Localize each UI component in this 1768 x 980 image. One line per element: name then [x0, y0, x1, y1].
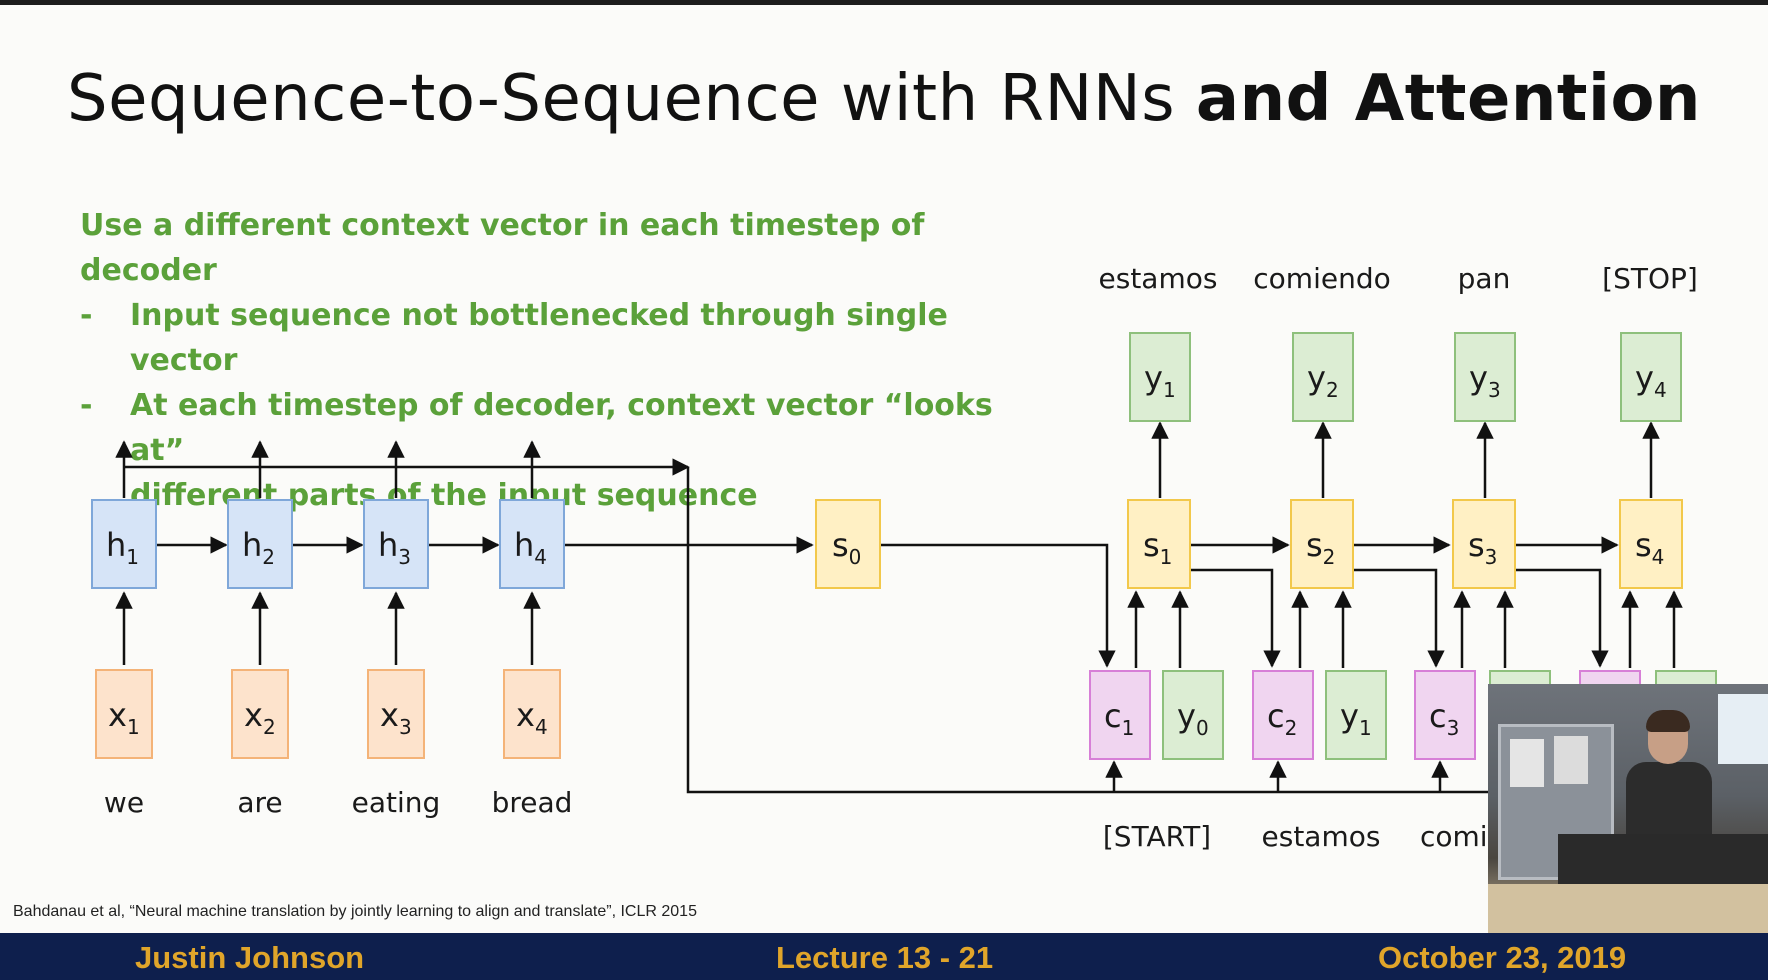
video-screen	[1718, 694, 1768, 764]
context-c2: c2	[1252, 670, 1314, 760]
decoder-input-words: [START] estamos comi	[1103, 820, 1488, 853]
decoder-wires	[880, 421, 1683, 668]
citation: Bahdanau et al, “Neural machine translat…	[13, 903, 697, 920]
video-desk	[1488, 884, 1768, 933]
decoder-input-word-2: estamos	[1262, 820, 1381, 853]
output-y1: y1	[1129, 332, 1191, 422]
video-paper	[1510, 739, 1544, 787]
s2-to-c3-arrow	[1353, 568, 1445, 668]
speaker-video-overlay	[1488, 684, 1768, 933]
output-y3: y3	[1454, 332, 1516, 422]
input-x1: x1	[95, 669, 153, 759]
footer-date: October 23, 2019	[1378, 940, 1627, 975]
video-paper	[1554, 736, 1588, 784]
input-word-1: we	[104, 786, 144, 819]
hidden-state-h4: h4	[499, 499, 565, 589]
s1-to-c2-arrow	[1190, 568, 1281, 668]
hidden-state-h2: h2	[227, 499, 293, 589]
output-word-3: pan	[1458, 262, 1511, 295]
decoder-state-s4: s4	[1619, 499, 1683, 589]
decoder-outputs: y1 y2 y3 y4	[1129, 332, 1682, 422]
initial-state-s0: s0	[815, 499, 881, 589]
context-c1: c1	[1089, 670, 1151, 760]
input-words: we are eating bread	[104, 786, 572, 819]
footer-author: Justin Johnson	[135, 940, 365, 975]
output-word-2: comiendo	[1253, 262, 1390, 295]
hidden-state-h3: h3	[363, 499, 429, 589]
footer-bar: Justin Johnson Lecture 13 - 21 October 2…	[0, 933, 1768, 980]
input-word-2: are	[237, 786, 282, 819]
input-x3: x3	[367, 669, 425, 759]
context-c3: c3	[1414, 670, 1476, 760]
input-x2: x2	[231, 669, 289, 759]
s3-to-c4-arrow	[1515, 568, 1609, 668]
decoder-input-y0: y0	[1162, 670, 1224, 760]
output-word-4: [STOP]	[1602, 262, 1698, 295]
output-y2: y2	[1292, 332, 1354, 422]
input-x4: x4	[503, 669, 561, 759]
decoder-state-s1: s1	[1127, 499, 1191, 589]
hidden-state-h1: h1	[91, 499, 157, 589]
input-word-4: bread	[492, 786, 573, 819]
s0-to-c1-arrow	[880, 543, 1116, 668]
output-words: estamos comiendo pan [STOP]	[1099, 262, 1698, 295]
decoder-state-s3: s3	[1452, 499, 1516, 589]
decoder-input-word-3: comi	[1420, 820, 1488, 853]
footer-lecture: Lecture 13 - 21	[776, 940, 994, 975]
input-word-3: eating	[352, 786, 441, 819]
decoder-input-word-1: [START]	[1103, 820, 1211, 853]
output-y4: y4	[1620, 332, 1682, 422]
decoder-state-s2: s2	[1290, 499, 1354, 589]
speaker-hair	[1646, 710, 1690, 732]
encoder-inputs: x1 x2 x3 x4	[95, 669, 561, 759]
output-word-1: estamos	[1099, 262, 1218, 295]
decoder-input-y1: y1	[1325, 670, 1387, 760]
